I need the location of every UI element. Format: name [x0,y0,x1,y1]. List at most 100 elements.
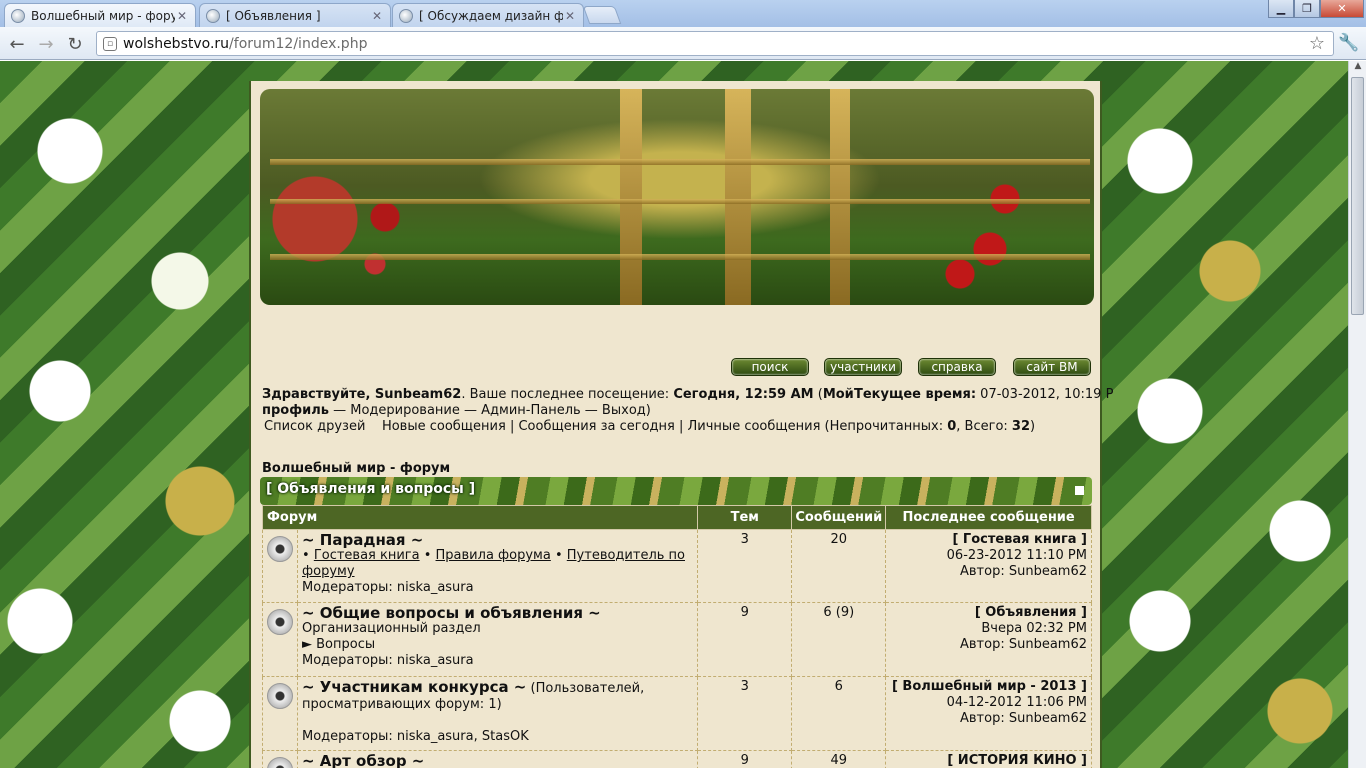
subforum-link[interactable]: ► Вопросы [302,637,693,653]
subforum-link[interactable]: форуму [302,564,355,579]
site-button[interactable]: сайт ВМ [1013,358,1091,376]
forum-description: Организационный раздел [302,621,481,636]
forum-viewers-a: (Пользователей, [526,681,645,696]
scroll-up-icon[interactable]: ▲ [1349,61,1366,77]
forum-title[interactable]: Волшебный мир - форум [262,461,450,476]
account-links[interactable]: — Модерирование — Админ-Панель — Выход) [329,403,651,418]
close-icon[interactable]: ✕ [175,9,189,23]
search-button[interactable]: поиск [731,358,809,376]
address-bar[interactable]: ▫ wolshebstvo.ru/forum12/index.php ☆ [96,31,1334,56]
greeting-hello: Здравствуйте, Sunbeam62 [262,387,462,402]
gate-rail [270,254,1090,260]
gate-post [620,89,642,305]
last-post: [ Гостевая книга ] 06-23-2012 11:10 PM А… [885,529,1092,603]
tab-design[interactable]: [ Обсуждаем дизайн форума ✕ [392,3,584,27]
tab-label: Волшебный мир - форум [31,8,175,23]
pm-close: ) [1030,419,1036,434]
posts-count: 6 (9) [791,602,887,677]
url-host: wolshebstvo.ru [123,35,230,52]
new-tab-button[interactable] [582,6,622,24]
last-post-date: 06-23-2012 11:10 PM [946,548,1087,563]
last-visit-label: . Ваше последнее посещение: [461,387,674,402]
minimize-icon[interactable]: ▁ [1268,0,1294,18]
current-time: Текущее время: 07-03-2012, 10:19 P [854,387,1113,403]
page-background: поиск участники справка сайт ВМ Здравств… [0,61,1348,768]
forum-viewers-b: просматривающих форум: 1) [302,697,502,712]
topics-count: 3 [697,676,793,751]
pm-total: 32 [1011,419,1030,434]
last-post-title[interactable]: [ Волшебный мир - 2013 ] [890,679,1087,695]
topics-count: 9 [697,750,793,768]
tab-forum[interactable]: Волшебный мир - форум ✕ [4,3,196,27]
forum-info: ~ Парадная ~ • Гостевая книга • Правила … [296,529,699,603]
forum-name[interactable]: ~ Парадная ~ [302,532,693,548]
posts-count: 49 [791,750,887,768]
col-posts: Сообщений [791,505,887,530]
posts-count: 20 [791,529,887,603]
close-window-icon[interactable]: ✕ [1320,0,1364,18]
bookmark-star-icon[interactable]: ☆ [1309,33,1325,54]
topics-count: 3 [697,529,793,603]
back-icon[interactable]: ← [6,33,28,55]
forum-status [262,676,298,751]
subforum-link[interactable]: Путеводитель по [567,548,685,563]
last-post-author[interactable]: Автор: Sunbeam62 [890,711,1087,727]
table-header-row: Форум Тем Сообщений Последнее сообщение [261,505,1092,530]
col-topics: Тем [697,505,793,530]
tab-announcements[interactable]: [ Объявления ] ✕ [199,3,391,27]
user-greeting: Здравствуйте, Sunbeam62. Ваше последнее … [262,387,1113,419]
profile-link-a[interactable]: Мой [823,387,854,402]
profile-link-b[interactable]: профиль [262,403,329,418]
close-icon[interactable]: ✕ [370,9,384,23]
category-header: [ Объявления и вопросы ] [260,477,1092,505]
restore-icon[interactable]: ❐ [1294,0,1320,18]
vertical-scrollbar[interactable]: ▲ [1348,61,1366,768]
forum-status [262,750,298,768]
category-title[interactable]: [ Объявления и вопросы ] [266,481,475,497]
close-icon[interactable]: ✕ [563,9,577,23]
help-button[interactable]: справка [918,358,996,376]
table-row: ~ Арт обзор ~ 9 49 [ ИСТОРИЯ КИНО ] [262,750,1092,768]
collapse-icon[interactable] [1075,486,1084,495]
favicon-icon [206,8,220,23]
subforum-link[interactable]: Гостевая книга [314,548,420,563]
forum-table: Форум Тем Сообщений Последнее сообщение … [261,505,1092,768]
last-post: [ Волшебный мир - 2013 ] 04-12-2012 11:0… [885,676,1092,751]
forum-name[interactable]: ~ Участникам конкурса ~ [302,678,526,696]
paren-open: ( [813,387,823,402]
last-post: [ Объявления ] Вчера 02:32 PM Автор: Sun… [885,602,1092,677]
forum-name[interactable]: ~ Общие вопросы и объявления ~ [302,605,693,621]
last-visit-value: Сегодня, 12:59 AM [673,387,814,402]
tab-strip: Волшебный мир - форум ✕ [ Объявления ] ✕… [0,0,1366,27]
scrollbar-thumb[interactable] [1351,77,1364,315]
pm-link[interactable]: Личные сообщения (Непрочитанных: [688,419,948,434]
last-post-author[interactable]: Автор: Sunbeam62 [890,564,1087,580]
reload-icon[interactable]: ↻ [64,33,86,55]
last-post-title[interactable]: [ Гостевая книга ] [890,532,1087,548]
forward-icon[interactable]: → [35,33,57,55]
tab-label: [ Обсуждаем дизайн форума [419,8,563,23]
members-button[interactable]: участники [824,358,902,376]
moderators: Модераторы: niska_asura [302,653,474,668]
forum-read-icon [267,536,293,562]
subforum-link[interactable]: Правила форума [436,548,551,563]
forum-info: ~ Общие вопросы и объявления ~ Организац… [296,602,699,677]
gate-rail [270,199,1090,204]
wrench-icon[interactable]: 🔧 [1338,33,1359,53]
last-post-author[interactable]: Автор: Sunbeam62 [890,637,1087,653]
col-last: Последнее сообщение [885,505,1092,530]
forum-read-icon [267,609,293,635]
forum-info: ~ Арт обзор ~ [296,750,699,768]
moderators: Модераторы: niska_asura, StasOK [302,729,529,744]
last-post-date: 04-12-2012 11:06 PM [946,695,1087,710]
last-post-title[interactable]: [ Объявления ] [890,605,1087,621]
friends-link[interactable]: Список друзей [264,419,365,434]
last-post-title[interactable]: [ ИСТОРИЯ КИНО ] [890,753,1087,768]
new-messages-link[interactable]: Новые сообщения [382,419,506,434]
last-post: [ ИСТОРИЯ КИНО ] [885,750,1092,768]
forum-info: ~ Участникам конкурса ~ (Пользователей, … [296,676,699,751]
forum-container: поиск участники справка сайт ВМ Здравств… [249,81,1113,768]
today-messages-link[interactable]: Сообщения за сегодня [518,419,674,434]
forum-name[interactable]: ~ Арт обзор ~ [302,753,693,768]
